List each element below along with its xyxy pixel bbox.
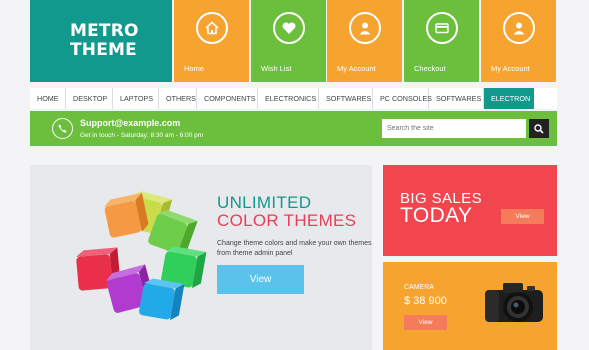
tile-label: Checkout bbox=[414, 64, 446, 73]
tile-label: My Account bbox=[491, 64, 530, 73]
nav-item-laptops[interactable]: LAPTOPS bbox=[113, 88, 159, 109]
phone-icon bbox=[52, 118, 73, 139]
logo-tile[interactable]: METRO THEME bbox=[30, 0, 172, 82]
search-icon bbox=[534, 123, 544, 134]
camera-image bbox=[485, 283, 543, 322]
hero-title-line1: UNLIMITED bbox=[217, 193, 312, 212]
search-input[interactable] bbox=[382, 119, 526, 138]
tile-label: My Account bbox=[337, 64, 376, 73]
nav-item-softwares-2[interactable]: SOFTWARES bbox=[429, 88, 484, 109]
nav-item-components[interactable]: COMPONENTS bbox=[197, 88, 258, 109]
page: METRO THEME Home Wish List My Account Ch… bbox=[0, 0, 589, 350]
hero-title-line2: COLOR THEMES bbox=[217, 211, 357, 230]
support-hours: Get in touch - Saturday: 8:30 am - 6:00 … bbox=[80, 132, 204, 139]
hero-description: Change theme colors and make your own th… bbox=[217, 240, 372, 257]
camera-banner[interactable]: CAMERA $ 38 900 View bbox=[383, 262, 557, 350]
nav-item-home[interactable]: HOME bbox=[30, 88, 66, 109]
big-sales-banner[interactable]: BIG SALES TODAY View bbox=[383, 165, 557, 256]
tile-label: Home bbox=[184, 64, 205, 73]
tile-wish-list[interactable]: Wish List bbox=[251, 0, 326, 82]
tile-label: Wish List bbox=[261, 64, 292, 73]
color-cubes-image bbox=[76, 191, 207, 321]
support-email[interactable]: Support@example.com bbox=[80, 118, 180, 128]
camera-view-button[interactable]: View bbox=[404, 315, 447, 330]
user-icon bbox=[349, 12, 381, 44]
sales-view-button[interactable]: View bbox=[501, 209, 544, 224]
search-button[interactable] bbox=[529, 119, 549, 138]
sales-line2: TODAY bbox=[400, 204, 473, 227]
home-icon bbox=[196, 12, 228, 44]
nav-item-desktop[interactable]: DESKTOP bbox=[66, 88, 113, 109]
logo: METRO THEME bbox=[70, 22, 139, 60]
nav-item-softwares[interactable]: SOFTWARES bbox=[319, 88, 373, 109]
tile-my-account[interactable]: My Account bbox=[327, 0, 402, 82]
tile-my-account-2[interactable]: My Account bbox=[481, 0, 556, 82]
nav-item-electronics[interactable]: ELECTRONICS bbox=[258, 88, 319, 109]
nav-item-electron[interactable]: ELECTRON bbox=[484, 88, 534, 109]
main-nav: HOME DESKTOP LAPTOPS OTHERS COMPONENTS E… bbox=[30, 88, 557, 109]
heart-icon bbox=[273, 12, 305, 44]
hero-view-button[interactable]: View bbox=[217, 265, 304, 294]
logo-line1: METRO bbox=[70, 21, 139, 41]
user-icon bbox=[503, 12, 535, 44]
logo-line2: THEME bbox=[70, 40, 137, 60]
support-bar: Support@example.com Get in touch - Satur… bbox=[30, 111, 557, 146]
nav-item-others[interactable]: OTHERS bbox=[159, 88, 197, 109]
hero-banner: UNLIMITED COLOR THEMES Change theme colo… bbox=[30, 165, 372, 350]
camera-price: $ 38 900 bbox=[404, 295, 447, 307]
credit-card-icon bbox=[426, 12, 458, 44]
camera-label: CAMERA bbox=[404, 284, 434, 291]
tile-checkout[interactable]: Checkout bbox=[404, 0, 479, 82]
tile-home[interactable]: Home bbox=[174, 0, 249, 82]
nav-item-pc-consoles[interactable]: PC CONSOLES bbox=[373, 88, 432, 109]
